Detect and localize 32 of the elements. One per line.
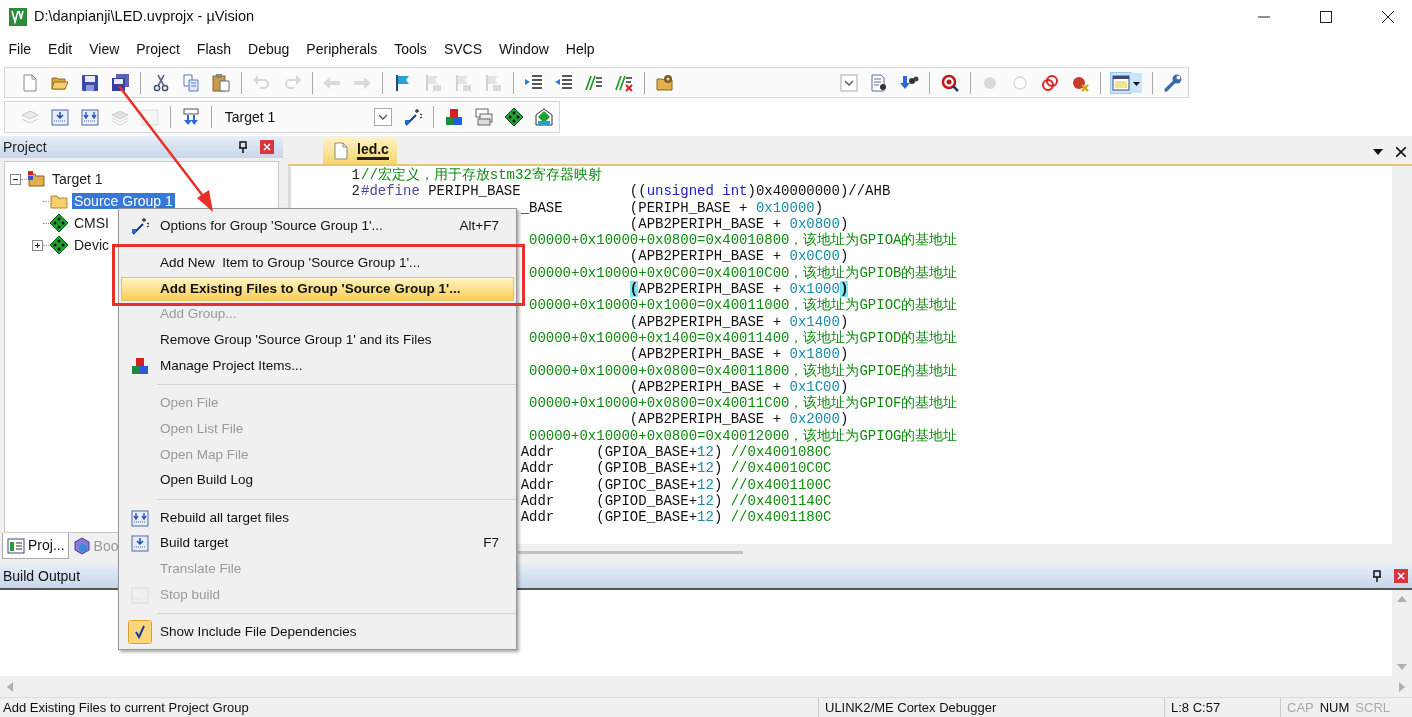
- code-line: 00000+0x10000+0x1400=0x40011400，该地址为GPIOD的基地址: [529, 329, 958, 347]
- code-line: (APB2PERIPH_BASE + 0x0C00): [629, 248, 849, 265]
- code-line: (APB2PERIPH_BASE + 0x1400): [629, 313, 849, 330]
- code-line: //宏定义，用于存放stm32寄存器映射: [361, 167, 602, 184]
- code-line: #define PERIPH_BASE ((unsigned int)0x40000000)//AHB: [361, 183, 891, 200]
- window-title: D:\danpianji\LED.uvprojx - µVision: [34, 7, 255, 27]
- code-line: _BASE (PERIPH_BASE + 0x10000): [520, 199, 824, 216]
- code-line: Addr (GPIOC_BASE+12) //0x4001100C: [520, 476, 832, 493]
- code-line: (APB2PERIPH_BASE + 0x1800): [629, 346, 849, 363]
- code-line: Addr (GPIOA_BASE+12) //0x4001080C: [520, 444, 832, 461]
- status-indicator: SCRL: [1355, 698, 1391, 717]
- code-line: 00000+0x10000+0x0800=0x40012000，该地址为GPIOG的基地址: [529, 427, 958, 445]
- line-number: 2: [351, 183, 360, 200]
- code-line: (APB2PERIPH_BASE + 0x0800): [629, 215, 849, 232]
- line-number: 1: [351, 167, 360, 183]
- code-line: 00000+0x10000+0x0C00=0x40010C00，该地址为GPIOB的基地址: [529, 264, 958, 282]
- code-line: 00000+0x10000+0x0800=0x40010800，该地址为GPIOA的基地址: [529, 232, 958, 249]
- panel-title: Project: [3, 137, 47, 157]
- status-message: Add Existing Files to current Project Group: [2, 698, 250, 717]
- code-line: 00000+0x10000+0x0800=0x40011800，该地址为GPIOE的基地址: [529, 362, 958, 379]
- code-line: 00000+0x10000+0x0800=0x40011C00，该地址为GPIOF的基地址: [529, 395, 958, 412]
- code-line: Addr (GPIOB_BASE+12) //0x40010C0C: [520, 460, 832, 477]
- status-indicator: CAP: [1287, 698, 1314, 717]
- code-line: Addr (GPIOD_BASE+12) //0x4001140C: [520, 492, 832, 510]
- status-indicator: NUM: [1319, 698, 1350, 717]
- code-line: Addr (GPIOE_BASE+12) //0x4001180C: [520, 509, 832, 526]
- code-line: (APB2PERIPH_BASE + 0x2000): [629, 411, 849, 428]
- status-debugger: ULINK2/ME Cortex Debugger: [818, 697, 1164, 717]
- status-position: L:8 C:57: [1164, 697, 1280, 717]
- code-line: (APB2PERIPH_BASE + 0x1C00): [629, 378, 849, 395]
- panel-title: Build Output: [3, 566, 81, 586]
- code-line: 00000+0x10000+0x1000=0x40011000，该地址为GPIOC的基地址: [529, 297, 958, 314]
